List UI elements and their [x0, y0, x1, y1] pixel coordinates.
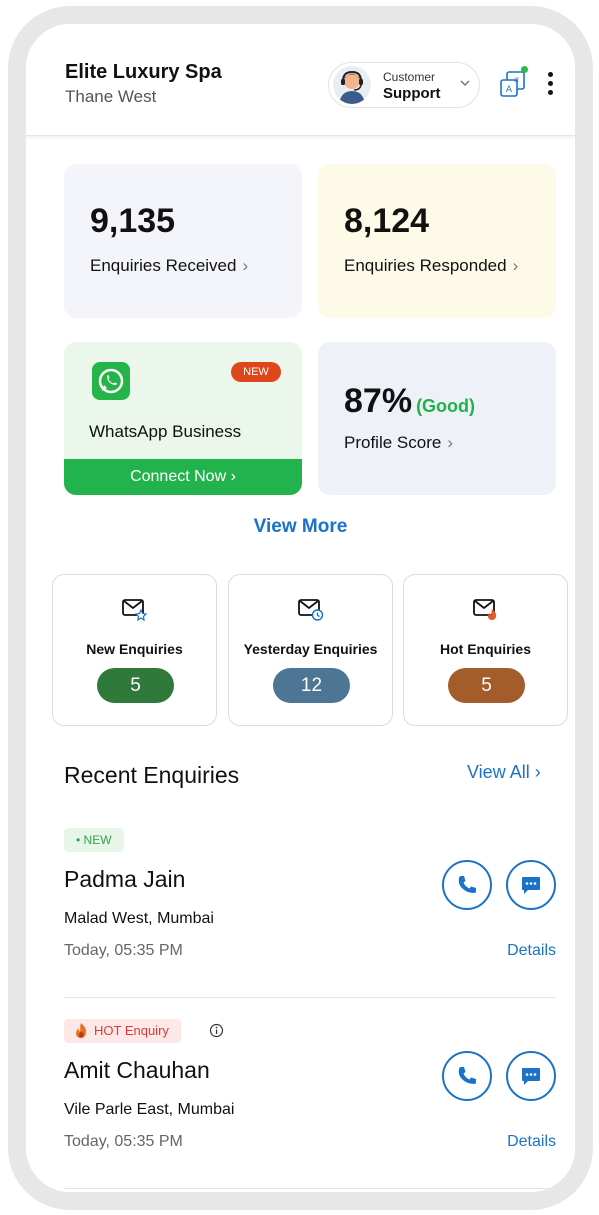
recent-enquiries-title: Recent Enquiries [64, 762, 240, 788]
customer-support-button[interactable]: Customer Support [328, 62, 480, 108]
info-icon[interactable] [209, 1023, 224, 1038]
responded-count: 8,124 [344, 202, 430, 240]
chevron-right-icon: › [447, 433, 453, 452]
svg-text:अ: अ [513, 76, 519, 84]
business-name: Elite Luxury Spa [65, 61, 222, 83]
enquiry-item[interactable]: HOT Enquiry Amit Chauhan Vile Parle East… [64, 1019, 556, 1189]
enquiry-name: Padma Jain [64, 866, 186, 892]
enquiries-responded-card[interactable]: 8,124 Enquiries Responded › [318, 164, 556, 318]
received-label: Enquiries Received › [90, 256, 249, 275]
enquiry-location: Vile Parle East, Mumbai [64, 1101, 235, 1118]
whatsapp-business-card[interactable]: NEW WhatsApp Business Connect Now › [64, 342, 302, 495]
connect-now-button[interactable]: Connect Now › [64, 459, 302, 495]
enquiry-location: Malad West, Mumbai [64, 910, 214, 927]
chat-icon [522, 877, 540, 894]
new-mail-icon [122, 599, 148, 621]
screen: Elite Luxury Spa Thane West Customer Sup… [26, 24, 575, 1192]
enquiry-time: Today, 05:35 PM [64, 942, 183, 959]
svg-text:A: A [506, 85, 513, 95]
chat-button[interactable] [506, 860, 556, 910]
profile-score-card[interactable]: 87% (Good) Profile Score › [318, 342, 556, 495]
chat-button[interactable] [506, 1051, 556, 1101]
score-qualifier: (Good) [416, 396, 476, 416]
support-label-bottom: Support [383, 85, 441, 102]
fire-icon [76, 1023, 87, 1038]
new-tag: • NEW [64, 828, 124, 852]
tile-count: 5 [97, 668, 174, 703]
profile-score-label: Profile Score › [344, 433, 453, 452]
chevron-right-icon: › [242, 256, 249, 275]
hot-mail-icon [473, 599, 497, 620]
tile-count: 5 [448, 668, 525, 703]
enquiry-item[interactable]: • NEW Padma Jain Malad West, Mumbai Toda… [64, 828, 556, 998]
new-badge: NEW [231, 362, 281, 382]
hot-tag-label: HOT Enquiry [94, 1023, 169, 1038]
tile-label: Hot Enquiries [439, 641, 531, 657]
translate-icon[interactable]: A अ [498, 70, 528, 100]
profile-score-value: 87% (Good) [344, 382, 476, 420]
hot-tag: HOT Enquiry [64, 1019, 181, 1043]
phone-icon [458, 1067, 476, 1084]
view-more-link[interactable]: View More [26, 516, 575, 538]
notification-dot [521, 66, 528, 73]
view-all-link[interactable]: View All › [467, 762, 541, 783]
hot-enquiries-tile[interactable]: Hot Enquiries 5 [403, 574, 568, 726]
support-agent-icon [333, 66, 371, 104]
call-button[interactable] [442, 1051, 492, 1101]
clock-mail-icon [298, 599, 324, 621]
details-link[interactable]: Details [507, 1133, 556, 1151]
whatsapp-title: WhatsApp Business [89, 422, 242, 441]
tile-count: 12 [273, 668, 350, 703]
enquiries-received-card[interactable]: 9,135 Enquiries Received › [64, 164, 302, 318]
phone-frame: Elite Luxury Spa Thane West Customer Sup… [8, 6, 593, 1210]
tile-label: Yesterday Enquiries [243, 641, 378, 657]
phone-icon [458, 876, 476, 893]
new-enquiries-tile[interactable]: New Enquiries 5 [52, 574, 217, 726]
more-vertical-icon[interactable] [545, 70, 555, 100]
chevron-right-icon: › [512, 256, 519, 275]
call-button[interactable] [442, 860, 492, 910]
details-link[interactable]: Details [507, 942, 556, 960]
received-count: 9,135 [90, 202, 176, 240]
support-label-top: Customer [383, 70, 436, 84]
app-header: Elite Luxury Spa Thane West Customer Sup… [26, 24, 575, 136]
business-location: Thane West [65, 87, 157, 106]
chevron-down-icon [460, 80, 470, 87]
chat-icon [522, 1068, 540, 1085]
enquiry-name: Amit Chauhan [64, 1057, 210, 1083]
responded-label: Enquiries Responded › [344, 256, 519, 275]
whatsapp-icon [92, 362, 130, 400]
enquiry-time: Today, 05:35 PM [64, 1133, 183, 1150]
tile-label: New Enquiries [86, 641, 183, 657]
yesterday-enquiries-tile[interactable]: Yesterday Enquiries 12 [228, 574, 393, 726]
